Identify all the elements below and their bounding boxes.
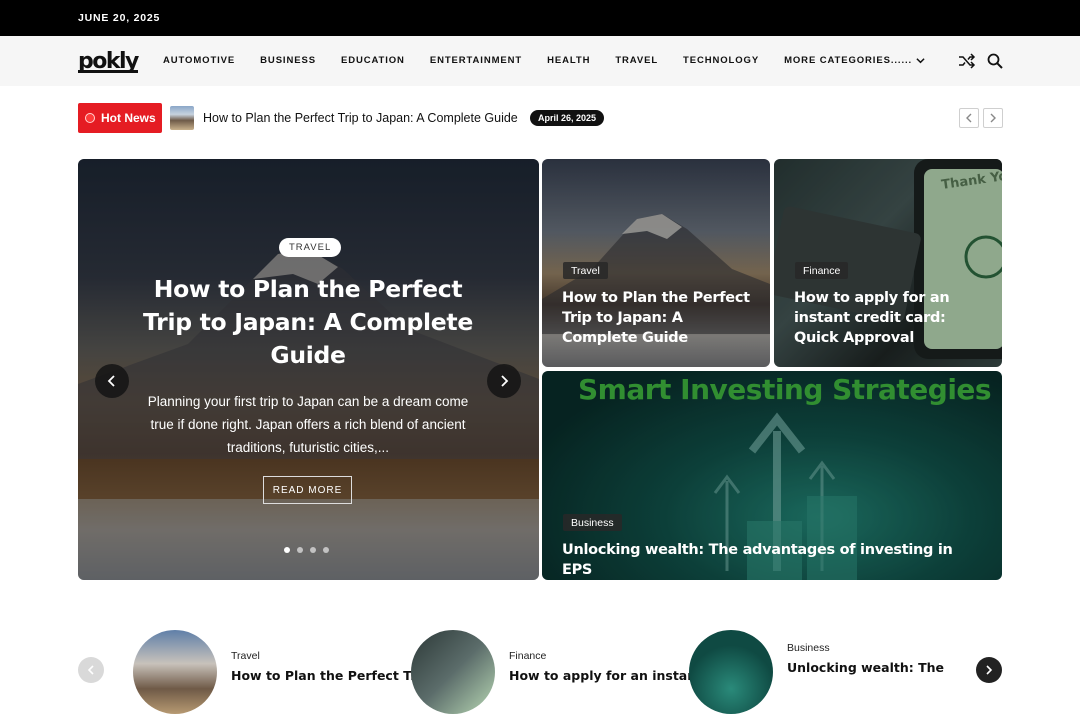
carousel-thumbnail[interactable] <box>411 630 495 714</box>
pagination-dot[interactable] <box>284 547 290 553</box>
hero-title[interactable]: How to Plan the Perfect Trip to Japan: A… <box>128 273 488 372</box>
nav-item-entertainment[interactable]: ENTERTAINMENT <box>430 55 522 66</box>
nav-item-business[interactable]: BUSINESS <box>260 55 316 66</box>
hero-category-badge[interactable]: TRAVEL <box>279 238 342 257</box>
search-icon[interactable] <box>986 52 1004 70</box>
hero-prev-button[interactable] <box>95 364 129 398</box>
card-title[interactable]: Unlocking wealth: The advantages of inve… <box>562 540 982 580</box>
nav-tools <box>958 52 1004 70</box>
carousel-category[interactable]: Finance <box>509 650 546 662</box>
post-carousel: Travel How to Plan the Perfect Trip Fina… <box>0 620 1080 714</box>
carousel-prev-button[interactable] <box>78 657 104 683</box>
ticker-controls <box>959 108 1003 128</box>
carousel-thumbnail[interactable] <box>133 630 217 714</box>
hero-pagination <box>284 547 329 553</box>
ticker-date-badge: April 26, 2025 <box>530 110 605 126</box>
nav-item-education[interactable]: EDUCATION <box>341 55 405 66</box>
carousel-next-button[interactable] <box>976 657 1002 683</box>
carousel-title[interactable]: How to apply for an instant <box>509 668 702 683</box>
shuffle-icon[interactable] <box>958 52 976 70</box>
carousel-title[interactable]: How to Plan the Perfect Trip <box>231 668 430 683</box>
site-logo[interactable]: pokly <box>78 48 141 74</box>
nav-menu: AUTOMOTIVE BUSINESS EDUCATION ENTERTAINM… <box>163 55 950 66</box>
ticker-thumbnail[interactable] <box>170 106 194 130</box>
ticker-prev-button[interactable] <box>959 108 979 128</box>
ticker-next-button[interactable] <box>983 108 1003 128</box>
chevron-down-icon <box>916 58 925 64</box>
chevron-left-icon <box>107 375 115 387</box>
nav-item-technology[interactable]: TECHNOLOGY <box>683 55 759 66</box>
nav-item-more-categories[interactable]: MORE CATEGORIES...... <box>784 55 925 66</box>
hero-description: Planning your first trip to Japan can be… <box>147 394 469 455</box>
nav-item-health[interactable]: HEALTH <box>547 55 590 66</box>
card-title[interactable]: How to Plan the Perfect Trip to Japan: A… <box>562 288 762 348</box>
more-categories-label: MORE CATEGORIES...... <box>784 55 913 66</box>
card-category-badge[interactable]: Business <box>563 514 622 531</box>
current-date: JUNE 20, 2025 <box>78 12 161 24</box>
hot-news-label: Hot News <box>101 111 156 125</box>
top-bar: JUNE 20, 2025 <box>0 0 1080 36</box>
pagination-dot[interactable] <box>310 547 316 553</box>
hero-next-button[interactable] <box>487 364 521 398</box>
hot-news-ticker: Hot News How to Plan the Perfect Trip to… <box>78 103 1003 133</box>
carousel-category[interactable]: Business <box>787 642 830 654</box>
carousel-thumbnail[interactable] <box>689 630 773 714</box>
carousel-category[interactable]: Travel <box>231 650 260 662</box>
nav-item-automotive[interactable]: AUTOMOTIVE <box>163 55 235 66</box>
chevron-right-icon <box>986 665 993 675</box>
card-title[interactable]: How to apply for an instant credit card:… <box>794 288 994 348</box>
nav-item-travel[interactable]: TRAVEL <box>615 55 658 66</box>
live-dot-icon <box>85 113 95 123</box>
chevron-left-icon <box>966 113 972 123</box>
carousel-title[interactable]: Unlocking wealth: The <box>787 660 944 675</box>
chevron-right-icon <box>501 375 509 387</box>
hot-news-badge: Hot News <box>78 103 162 133</box>
card-category-badge[interactable]: Travel <box>563 262 608 279</box>
chevron-left-icon <box>87 665 94 675</box>
ticker-headline[interactable]: How to Plan the Perfect Trip to Japan: A… <box>203 111 518 125</box>
chevron-right-icon <box>990 113 996 123</box>
card-category-badge[interactable]: Finance <box>795 262 849 279</box>
read-more-button[interactable]: READ MORE <box>263 476 352 504</box>
pagination-dot[interactable] <box>323 547 329 553</box>
pagination-dot[interactable] <box>297 547 303 553</box>
